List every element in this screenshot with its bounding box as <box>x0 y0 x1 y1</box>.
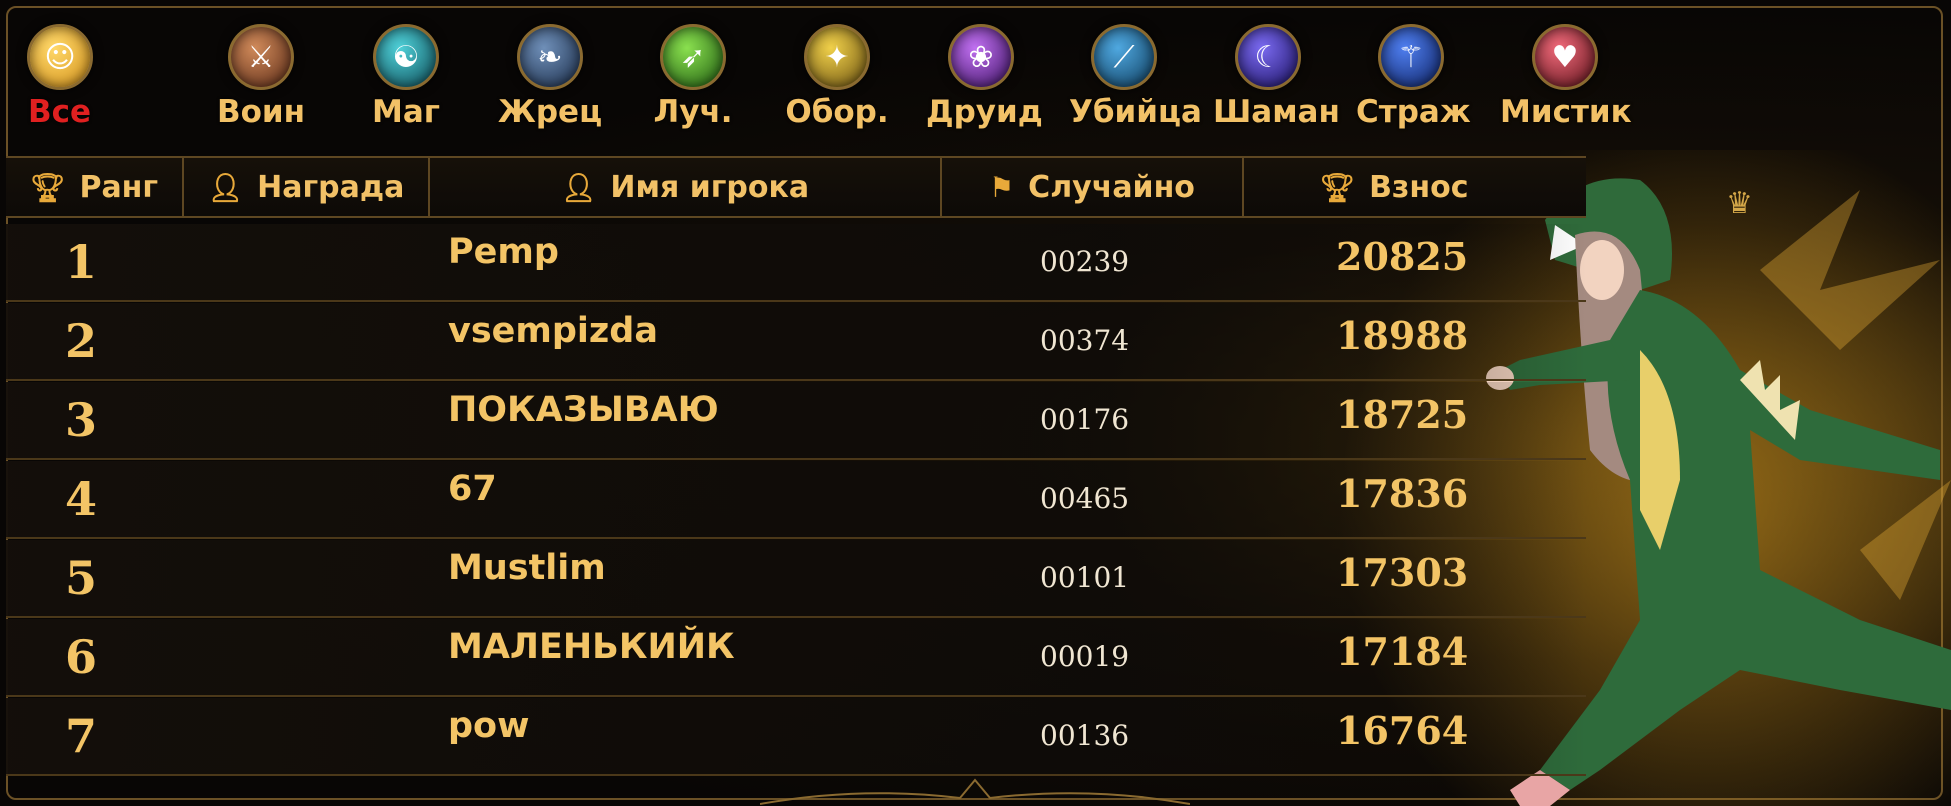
random-value: 00136 <box>1040 719 1130 752</box>
rank-number: 5 <box>46 546 116 610</box>
rank-number: 2 <box>46 309 116 373</box>
shapeshifter-icon: ✦ <box>804 24 870 90</box>
class-filter-bar: ☺ Все ⚔ Воин ☯ Маг ❧ Жрец ➶ Луч. ✦ Обор.… <box>20 14 1632 150</box>
trophy-icon: 🏆︎ <box>1319 170 1356 204</box>
banner-icon: ⚑ <box>989 170 1015 204</box>
column-header-rank[interactable]: 🏆︎ Ранг <box>6 158 184 216</box>
class-filter-assassin[interactable]: ⟋ Убийца <box>1069 14 1202 130</box>
archer-icon: ➶ <box>660 24 726 90</box>
mystic-icon: ♥ <box>1532 24 1598 90</box>
random-value: 00239 <box>1040 245 1130 278</box>
random-value: 00465 <box>1040 482 1130 515</box>
random-value: 00374 <box>1040 324 1130 357</box>
yin-yang-icon: ☯ <box>373 24 439 90</box>
guardian-icon: ⚚ <box>1378 24 1444 90</box>
player-name: Mustlim <box>448 548 606 588</box>
moon-icon: ☾ <box>1235 24 1301 90</box>
person-icon: 👤︎ <box>560 170 597 204</box>
contribution-value: 20825 <box>1336 234 1469 279</box>
class-filter-archer[interactable]: ➶ Луч. <box>638 14 748 130</box>
class-filter-priest[interactable]: ❧ Жрец <box>495 14 605 130</box>
class-filter-warrior[interactable]: ⚔ Воин <box>206 14 316 130</box>
table-row[interactable]: 2 vsempizda 00374 18988 <box>6 303 1586 381</box>
player-name: Pemp <box>448 232 559 272</box>
column-header-player[interactable]: 👤︎ Имя игрока <box>430 158 942 216</box>
contribution-value: 18988 <box>1336 313 1469 358</box>
leaderboard-header: 🏆︎ Ранг 👤︎ Награда 👤︎ Имя игрока ⚑ Случа… <box>6 156 1586 218</box>
class-filter-shapeshifter[interactable]: ✦ Обор. <box>782 14 892 130</box>
player-name: vsempizda <box>448 311 658 351</box>
contribution-value: 18725 <box>1336 392 1469 437</box>
rank-number: 6 <box>46 625 116 689</box>
class-filter-all[interactable]: ☺ Все <box>20 14 100 130</box>
player-name: pow <box>448 706 530 746</box>
random-value: 00176 <box>1040 403 1130 436</box>
player-name: ПОКАЗЫВАЮ <box>448 390 719 430</box>
table-row[interactable]: 5 Mustlim 00101 17303 <box>6 540 1586 618</box>
class-filter-shaman[interactable]: ☾ Шаман <box>1213 14 1340 130</box>
contribution-value: 16764 <box>1336 708 1469 753</box>
random-value: 00101 <box>1040 561 1130 594</box>
class-filter-mystic[interactable]: ♥ Мистик <box>1500 14 1632 130</box>
table-row[interactable]: 6 МАЛЕНЬКИЙК 00019 17184 <box>6 619 1586 697</box>
class-filter-mage[interactable]: ☯ Маг <box>351 14 461 130</box>
assassin-icon: ⟋ <box>1091 24 1157 90</box>
table-row[interactable]: 1 Pemp 00239 20825 <box>6 224 1586 302</box>
rank-number: 7 <box>46 704 116 768</box>
trophy-icon: 🏆︎ <box>29 170 66 204</box>
table-row[interactable]: 3 ПОКАЗЫВАЮ 00176 18725 <box>6 382 1586 460</box>
rank-number: 1 <box>46 230 116 294</box>
class-filter-druid[interactable]: ❀ Друид <box>926 14 1043 130</box>
bottom-ornament <box>760 778 1190 805</box>
warrior-icon: ⚔ <box>228 24 294 90</box>
rank-number: 4 <box>46 467 116 531</box>
contribution-value: 17303 <box>1336 550 1469 595</box>
column-header-reward[interactable]: 👤︎ Награда <box>184 158 430 216</box>
smiley-icon: ☺ <box>27 24 93 90</box>
column-header-contribution[interactable]: 🏆︎ Взнос <box>1244 158 1544 216</box>
table-row[interactable]: 4 67 00465 17836 <box>6 461 1586 539</box>
table-row[interactable]: 7 pow 00136 16764 <box>6 698 1586 776</box>
person-icon: 👤︎ <box>207 170 244 204</box>
contribution-value: 17184 <box>1336 629 1469 674</box>
player-name: 67 <box>448 469 497 509</box>
contribution-value: 17836 <box>1336 471 1469 516</box>
player-name: МАЛЕНЬКИЙК <box>448 627 735 667</box>
rank-number: 3 <box>46 388 116 452</box>
crown-icon: ♛ <box>1726 186 1753 221</box>
column-header-random[interactable]: ⚑ Случайно <box>942 158 1244 216</box>
druid-icon: ❀ <box>948 24 1014 90</box>
random-value: 00019 <box>1040 640 1130 673</box>
class-filter-guardian[interactable]: ⚚ Страж <box>1356 14 1471 130</box>
wing-icon: ❧ <box>517 24 583 90</box>
